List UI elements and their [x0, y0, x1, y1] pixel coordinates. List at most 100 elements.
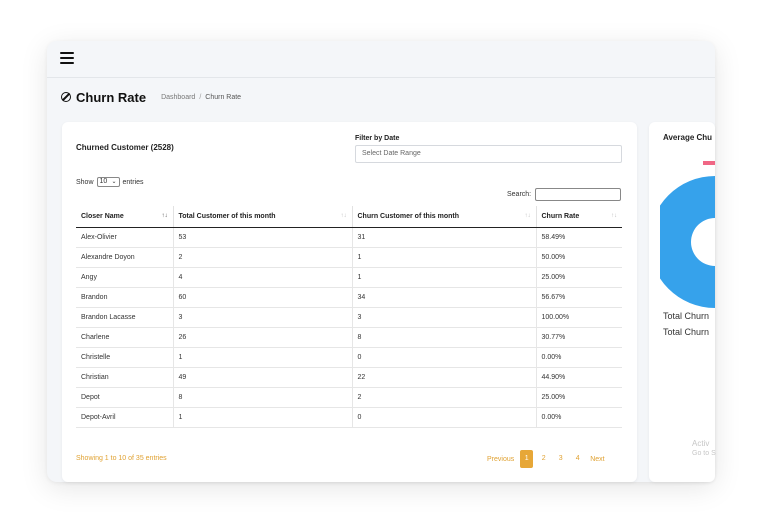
ban-icon	[61, 92, 71, 102]
cell-closer-name: Christian	[76, 367, 174, 388]
cell-closer-name: Christelle	[76, 347, 174, 368]
donut-segment	[660, 176, 715, 308]
chart-legend-swatch[interactable]	[703, 161, 715, 165]
cell-churn-customer-link[interactable]: 34	[352, 287, 537, 308]
col-churn-customer-label: Churn Customer of this month	[357, 213, 460, 220]
cell-total-customer-link[interactable]: 60	[173, 287, 353, 308]
cell-closer-name: Depot	[76, 387, 174, 408]
entries-label: entries	[122, 178, 144, 186]
cell-churn-customer-link[interactable]: 2	[352, 387, 537, 408]
filter-label: Filter by Date	[355, 135, 400, 142]
cell-total-customer-link[interactable]: 3	[173, 307, 353, 328]
cell-churn-customer-link[interactable]: 0	[352, 407, 537, 428]
top-navbar	[47, 41, 715, 78]
cell-churn-rate: 56.67%	[536, 287, 622, 308]
cell-churn-rate: 25.00%	[536, 267, 622, 288]
cell-churn-rate: 0.00%	[536, 407, 622, 428]
table-row: Alex-Olivier 53 31 58.49%	[76, 227, 622, 248]
churn-table: Closer Name ↑↓ Total Customer of this mon…	[76, 206, 622, 428]
previous-button[interactable]: Previous	[487, 456, 514, 463]
cell-closer-name: Charlene	[76, 327, 174, 348]
table-info: Showing 1 to 10 of 35 entries	[76, 455, 167, 462]
breadcrumb-dashboard[interactable]: Dashboard	[161, 94, 195, 101]
cell-total-customer-link[interactable]: 8	[173, 387, 353, 408]
cell-churn-rate: 0.00%	[536, 347, 622, 368]
page-2-button[interactable]: 2	[537, 450, 550, 468]
date-range-input[interactable]: Select Date Range	[355, 145, 622, 163]
cell-churn-rate: 30.77%	[536, 327, 622, 348]
cell-closer-name: Depot-Avril	[76, 407, 174, 428]
col-churn-customer[interactable]: Churn Customer of this month ↑↓	[352, 206, 537, 228]
col-churn-rate-label: Churn Rate	[541, 213, 580, 220]
pagination: Previous 1 2 3 4 Next	[483, 450, 609, 468]
table-header-row: Closer Name ↑↓ Total Customer of this mon…	[76, 206, 622, 228]
entries-select[interactable]: 10 ⌄	[96, 177, 120, 187]
cell-total-customer-link[interactable]: 53	[173, 227, 353, 248]
show-label: Show	[76, 178, 94, 186]
hamburger-icon[interactable]	[60, 52, 74, 65]
page-1-button[interactable]: 1	[520, 450, 534, 468]
cell-churn-rate: 25.00%	[536, 387, 622, 408]
cell-churn-rate: 58.49%	[536, 227, 622, 248]
cell-closer-name: Alexandre Doyon	[76, 247, 174, 268]
total-churn-label-1: Total Churn	[663, 311, 710, 321]
cell-churn-customer-link[interactable]: 0	[352, 347, 537, 368]
cell-total-customer-link[interactable]: 26	[173, 327, 353, 348]
cell-churn-customer-link[interactable]: 31	[352, 227, 537, 248]
table-row: Christian 49 22 44.90%	[76, 367, 622, 388]
page-4-button[interactable]: 4	[571, 450, 584, 468]
cell-churn-rate: 44.90%	[536, 367, 622, 388]
cell-closer-name: Brandon Lacasse	[76, 307, 174, 328]
sort-icon: ↑↓	[524, 213, 531, 219]
search-label: Search:	[507, 191, 532, 198]
col-churn-rate[interactable]: Churn Rate ↑↓	[536, 206, 622, 228]
cell-churn-rate: 100.00%	[536, 307, 622, 328]
cell-total-customer-link[interactable]: 1	[173, 407, 353, 428]
table-row: Brandon Lacasse 3 3 100.00%	[76, 307, 622, 328]
table-row: Alexandre Doyon 2 1 50.00%	[76, 247, 622, 268]
table-row: Depot 8 2 25.00%	[76, 387, 622, 408]
cell-total-customer-link[interactable]: 49	[173, 367, 353, 388]
cell-churn-customer-link[interactable]: 1	[352, 247, 537, 268]
entries-select-value: 10	[99, 178, 108, 185]
table-row: Brandon 60 34 56.67%	[76, 287, 622, 308]
page-title: Churn Rate	[76, 89, 147, 105]
table-row: Christelle 1 0 0.00%	[76, 347, 622, 368]
sort-icon: ↑↓	[161, 213, 168, 219]
page-header: Churn Rate Dashboard / Churn Rate	[61, 87, 241, 107]
cell-total-customer-link[interactable]: 4	[173, 267, 353, 288]
next-button[interactable]: Next	[590, 456, 604, 463]
cell-churn-customer-link[interactable]: 1	[352, 267, 537, 288]
activation-watermark-sub: Go to S	[692, 450, 716, 457]
cell-closer-name: Alex-Olivier	[76, 227, 174, 248]
cell-churn-rate: 50.00%	[536, 247, 622, 268]
breadcrumb-separator: /	[199, 93, 202, 101]
churn-donut-chart	[660, 176, 715, 308]
search-control: Search:	[507, 188, 622, 201]
sort-icon: ↑↓	[611, 213, 617, 219]
side-panel-title: Average Chu	[663, 133, 713, 142]
breadcrumb-current: Churn Rate	[205, 93, 242, 101]
cell-churn-customer-link[interactable]: 22	[352, 367, 537, 388]
col-closer-name-label: Closer Name	[81, 213, 124, 220]
cell-total-customer-link[interactable]: 1	[173, 347, 353, 368]
table-row: Angy 4 1 25.00%	[76, 267, 622, 288]
total-churn-label-2: Total Churn	[663, 327, 710, 337]
table-row: Depot-Avril 1 0 0.00%	[76, 407, 622, 428]
length-control: Show 10 ⌄ entries	[76, 177, 144, 187]
col-total-customer[interactable]: Total Customer of this month ↑↓	[173, 206, 353, 228]
col-total-customer-label: Total Customer of this month	[178, 213, 276, 220]
cell-closer-name: Angy	[76, 267, 174, 288]
cell-closer-name: Brandon	[76, 287, 174, 308]
cell-churn-customer-link[interactable]: 3	[352, 307, 537, 328]
cell-total-customer-link[interactable]: 2	[173, 247, 353, 268]
col-closer-name[interactable]: Closer Name ↑↓	[76, 206, 174, 228]
search-input[interactable]	[535, 188, 622, 201]
card-title: Churned Customer (2528)	[76, 143, 174, 152]
chevron-down-icon: ⌄	[111, 179, 117, 185]
sort-icon: ↑↓	[340, 213, 347, 219]
activation-watermark: Activ	[692, 439, 710, 448]
table-row: Charlene 26 8 30.77%	[76, 327, 622, 348]
cell-churn-customer-link[interactable]: 8	[352, 327, 537, 348]
page-3-button[interactable]: 3	[554, 450, 567, 468]
